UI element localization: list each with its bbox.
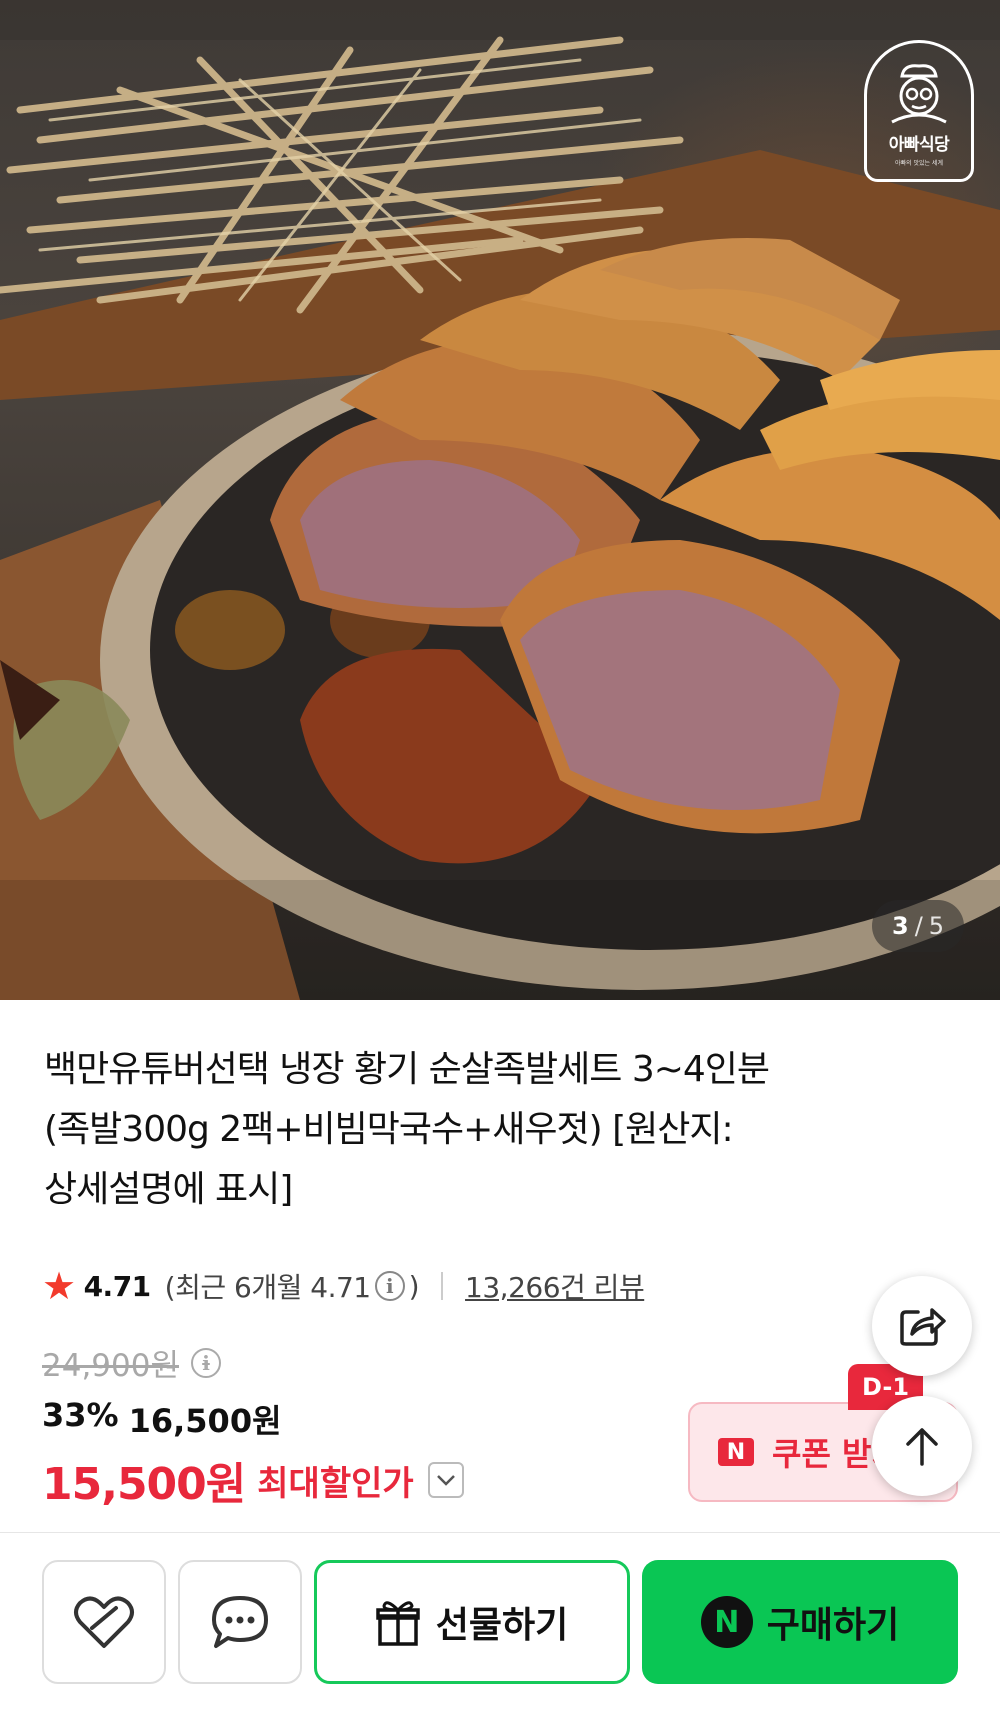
best-price-row: 15,500원 최대할인가 (42, 1448, 464, 1512)
share-icon (900, 1308, 946, 1346)
chef-face-icon (891, 64, 947, 124)
gift-button[interactable]: 선물하기 (314, 1560, 630, 1684)
heart-icon (74, 1596, 134, 1648)
recent-rating-close: ) (408, 1269, 420, 1303)
buy-button[interactable]: N 구매하기 (642, 1560, 958, 1684)
star-icon: ★ (42, 1264, 76, 1308)
wishlist-button[interactable] (42, 1560, 166, 1684)
brand-name: 아빠식당 (888, 135, 950, 155)
best-price-label: 최대할인가 (257, 1463, 414, 1504)
chat-bubble-icon (212, 1596, 268, 1648)
price-info-icon[interactable]: i (191, 1347, 221, 1378)
buy-label: 구매하기 (766, 1605, 900, 1646)
page-total: 5 (928, 912, 945, 940)
original-price: 24,900원 i (42, 1340, 225, 1385)
title-line: 상세설명에 표시] (44, 1169, 293, 1210)
original-price-value: 24,900원 (42, 1348, 179, 1384)
product-photo (0, 0, 1000, 1000)
brand-logo: 아빠식당 아빠의 맛있는 세계 (864, 40, 974, 182)
talk-button[interactable] (178, 1560, 302, 1684)
naver-n-icon: N (718, 1438, 754, 1466)
best-price: 15,500원 (42, 1459, 246, 1510)
bottom-bar-divider (0, 1532, 1000, 1533)
product-image-carousel[interactable]: 아빠식당 아빠의 맛있는 세계 3 / 5 (0, 0, 1000, 1000)
sale-price-row: 33% 16,500원 (42, 1396, 282, 1442)
page-separator: / (914, 912, 923, 940)
product-title: 백만유튜버선택 냉장 황기 순살족발세트 3~4인분 (족발300g 2팩+비빔… (44, 1040, 924, 1220)
sale-price: 16,500원 (128, 1402, 282, 1440)
scroll-top-button[interactable] (872, 1396, 972, 1496)
brand-subtitle: 아빠의 맛있는 세계 (895, 160, 943, 167)
share-button[interactable] (872, 1276, 972, 1376)
title-line: 백만유튜버선택 냉장 황기 순살족발세트 3~4인분 (44, 1049, 770, 1090)
page-current: 3 (892, 912, 909, 940)
gift-label: 선물하기 (435, 1605, 569, 1646)
image-page-counter: 3 / 5 (872, 900, 965, 952)
discount-rate: 33% (42, 1396, 119, 1434)
info-icon[interactable]: i (374, 1271, 405, 1301)
rating-score: 4.71 (83, 1269, 152, 1303)
naver-n-circle-icon: N (700, 1596, 753, 1648)
review-count-link[interactable]: 13,266건 리뷰 (465, 1266, 645, 1306)
title-line: (족발300g 2팩+비빔막국수+새우젓) [원산지: (44, 1109, 734, 1150)
chevron-down-icon[interactable] (427, 1462, 464, 1498)
rating-row: ★ 4.71 (최근 6개월 4.71 i ) 13,266건 리뷰 (42, 1262, 645, 1310)
divider (441, 1272, 444, 1300)
recent-rating: (최근 6개월 4.71 (164, 1271, 371, 1304)
gift-icon (376, 1601, 420, 1646)
arrow-up-icon (906, 1428, 938, 1466)
